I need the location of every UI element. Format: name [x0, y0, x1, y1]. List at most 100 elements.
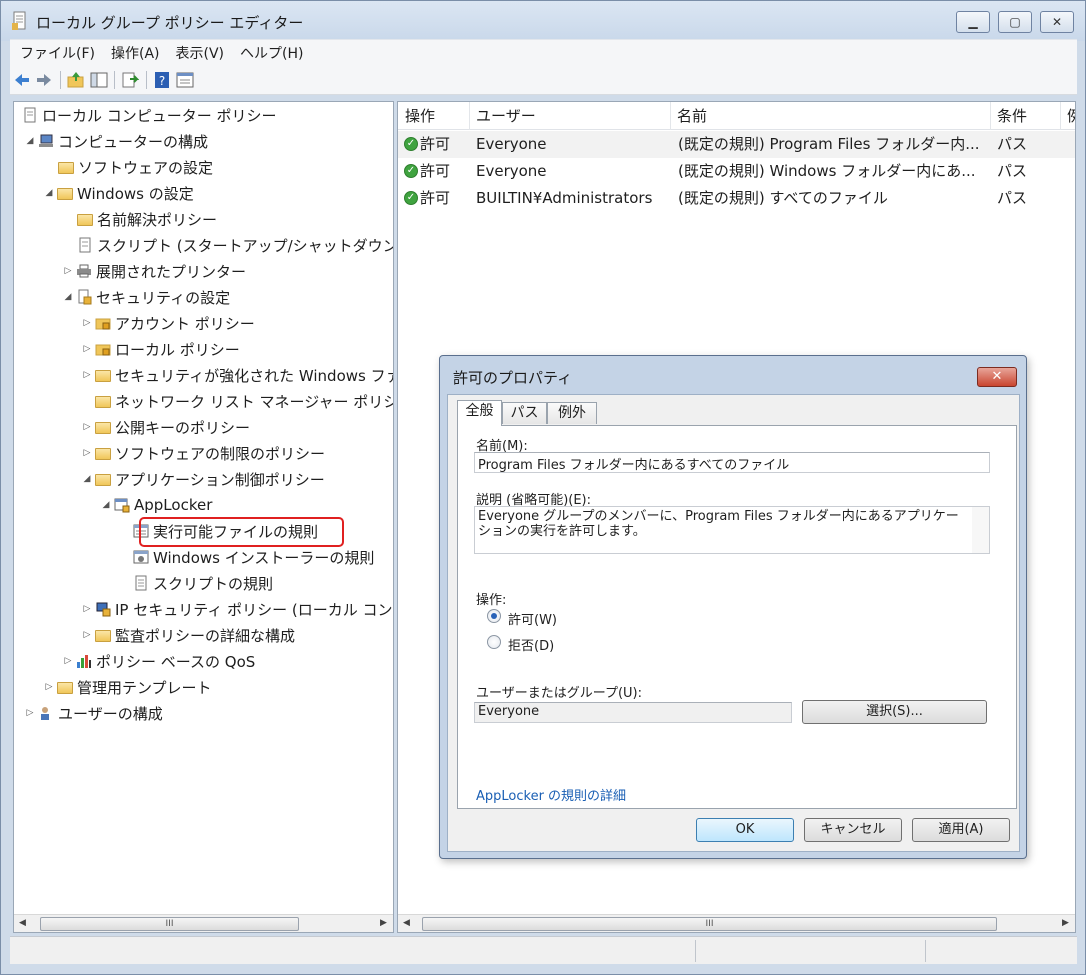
tree-item-script-rules[interactable]: スクリプトの規則	[131, 572, 273, 594]
tab-general[interactable]: 全般	[457, 400, 502, 426]
folder-icon	[95, 422, 111, 434]
description-scrollbar[interactable]	[972, 507, 989, 553]
tree-item-windows-settings[interactable]: ◢ Windows の設定	[43, 182, 194, 204]
forward-arrow-icon[interactable]	[35, 71, 53, 89]
show-hide-tree-icon[interactable]	[90, 71, 108, 89]
description-field[interactable]: Everyone グループのメンバーに、Program Files フォルダー内…	[474, 506, 990, 554]
menu-help[interactable]: ヘルプ(H)	[240, 43, 303, 63]
tree-item-qos[interactable]: ▷ ポリシー ベースの QoS	[62, 650, 256, 672]
tree-pane[interactable]: ローカル コンピューター ポリシー ◢ コンピューターの構成 ソフトウェアの設定…	[13, 101, 394, 933]
scroll-thumb[interactable]: III	[422, 917, 997, 931]
list-horizontal-scrollbar[interactable]: ◀ III ▶	[398, 914, 1075, 932]
menu-file[interactable]: ファイル(F)	[20, 43, 95, 63]
expanded-arrow-icon[interactable]: ◢	[81, 474, 93, 484]
tree-item-public-key[interactable]: ▷ 公開キーのポリシー	[81, 416, 250, 438]
tree-item-local-policy[interactable]: ▷ ローカル ポリシー	[81, 338, 240, 360]
collapsed-arrow-icon[interactable]: ▷	[81, 422, 93, 432]
allow-radio[interactable]	[487, 609, 501, 623]
select-user-button[interactable]: 選択(S)...	[802, 700, 987, 724]
table-row[interactable]: ✓ 許可 Everyone (既定の規則) Program Files フォルダー…	[398, 131, 1075, 158]
collapsed-arrow-icon[interactable]: ▷	[81, 370, 93, 380]
tree-item-admin-templates[interactable]: ▷ 管理用テンプレート	[43, 676, 212, 698]
allow-check-icon: ✓	[404, 136, 418, 151]
column-header-condition[interactable]: 条件	[990, 102, 1061, 130]
tree-item-security-settings[interactable]: ◢ セキュリティの設定	[62, 286, 231, 308]
collapsed-arrow-icon[interactable]: ▷	[81, 318, 93, 328]
rule-name-field[interactable]: Program Files フォルダー内にあるすべてのファイル	[474, 452, 990, 473]
export-list-icon[interactable]	[121, 71, 139, 89]
collapsed-arrow-icon[interactable]: ▷	[81, 630, 93, 640]
tree-item-audit-policy[interactable]: ▷ 監査ポリシーの詳細な構成	[81, 624, 295, 646]
title-bar[interactable]: ローカル グループ ポリシー エディター ▁ ▢ ✕	[1, 1, 1085, 41]
scroll-right-icon[interactable]: ▶	[1057, 915, 1074, 932]
tree-item-user-config[interactable]: ▷ ユーザーの構成	[24, 702, 163, 724]
dialog-close-button[interactable]: ✕	[977, 367, 1017, 387]
allow-radio-label[interactable]: 許可(W)	[508, 609, 557, 628]
properties-icon[interactable]	[176, 71, 194, 89]
tree-item-account-policy[interactable]: ▷ アカウント ポリシー	[81, 312, 255, 334]
installer-icon	[133, 550, 149, 564]
menu-view[interactable]: 表示(V)	[176, 43, 225, 63]
tree-item-deployed-printers[interactable]: ▷ 展開されたプリンター	[62, 260, 246, 282]
tree-item-name-resolution[interactable]: 名前解決ポリシー	[75, 208, 217, 230]
scroll-right-icon[interactable]: ▶	[375, 915, 392, 932]
help-icon[interactable]: ?	[153, 71, 171, 89]
tree-item-scripts[interactable]: スクリプト (スタートアップ/シャットダウン)	[75, 234, 393, 256]
menu-action[interactable]: 操作(A)	[111, 43, 160, 63]
tree-item-app-control[interactable]: ◢ アプリケーション制御ポリシー	[81, 468, 325, 490]
window-title: ローカル グループ ポリシー エディター	[36, 14, 304, 32]
tree-item-software-settings[interactable]: ソフトウェアの設定	[56, 156, 213, 178]
action-cell: ✓ 許可	[398, 158, 468, 185]
name-cell: (既定の規則) すべてのファイル	[678, 189, 888, 207]
table-row[interactable]: ✓ 許可 BUILTIN¥Administrators (既定の規則) すべてのフ…	[398, 185, 1075, 212]
deny-radio[interactable]	[487, 635, 501, 649]
tab-exceptions[interactable]: 例外	[547, 402, 597, 424]
back-arrow-icon[interactable]	[13, 71, 31, 89]
cancel-button[interactable]: キャンセル	[804, 818, 902, 842]
tree-item-computer-config[interactable]: ◢ コンピューターの構成	[24, 130, 208, 152]
column-header-name[interactable]: 名前	[670, 102, 991, 130]
expanded-arrow-icon[interactable]: ◢	[62, 292, 74, 302]
scroll-left-icon[interactable]: ◀	[14, 915, 31, 932]
ok-button[interactable]: OK	[696, 818, 794, 842]
scroll-left-icon[interactable]: ◀	[398, 915, 415, 932]
maximize-button[interactable]: ▢	[998, 11, 1032, 33]
user-group-field[interactable]: Everyone	[474, 702, 792, 723]
close-button[interactable]: ✕	[1040, 11, 1074, 33]
tree-item-ip-security[interactable]: ▷ IP セキュリティ ポリシー (ローカル コンピューター)	[81, 598, 393, 620]
toolbar-separator	[114, 71, 115, 89]
column-header-action[interactable]: 操作	[398, 102, 470, 130]
column-header-exception[interactable]: 例	[1060, 102, 1075, 130]
collapsed-arrow-icon[interactable]: ▷	[62, 266, 74, 276]
deny-radio-label[interactable]: 拒否(D)	[508, 635, 554, 654]
applocker-help-link[interactable]: AppLocker の規則の詳細	[476, 785, 626, 804]
action-text: 許可	[420, 162, 451, 180]
status-separator	[695, 940, 696, 962]
tree-item-applocker[interactable]: ◢ AppLocker	[100, 494, 213, 516]
expanded-arrow-icon[interactable]: ◢	[100, 500, 112, 510]
scroll-thumb[interactable]: III	[40, 917, 299, 931]
tree-item-network-list[interactable]: ネットワーク リスト マネージャー ポリシー	[93, 390, 393, 412]
up-folder-icon[interactable]	[67, 71, 85, 89]
column-header-user[interactable]: ユーザー	[469, 102, 671, 130]
tree-label: ソフトウェアの制限のポリシー	[115, 444, 326, 463]
table-row[interactable]: ✓ 許可 Everyone (既定の規則) Windows フォルダー内にあ...…	[398, 158, 1075, 185]
minimize-button[interactable]: ▁	[956, 11, 990, 33]
tree-item-root[interactable]: ローカル コンピューター ポリシー	[20, 104, 277, 126]
tree-item-software-restriction[interactable]: ▷ ソフトウェアの制限のポリシー	[81, 442, 325, 464]
tree-item-installer-rules[interactable]: Windows インストーラーの規則	[131, 546, 374, 568]
tab-path[interactable]: パス	[502, 402, 547, 424]
folder-icon	[58, 162, 74, 174]
collapsed-arrow-icon[interactable]: ▷	[81, 344, 93, 354]
apply-button[interactable]: 適用(A)	[912, 818, 1010, 842]
expanded-arrow-icon[interactable]: ◢	[43, 188, 55, 198]
tree-horizontal-scrollbar[interactable]: ◀ III ▶	[14, 914, 393, 932]
collapsed-arrow-icon[interactable]: ▷	[81, 604, 93, 614]
collapsed-arrow-icon[interactable]: ▷	[43, 682, 55, 692]
collapsed-arrow-icon[interactable]: ▷	[24, 708, 36, 718]
tree-label: 監査ポリシーの詳細な構成	[115, 626, 296, 645]
collapsed-arrow-icon[interactable]: ▷	[62, 656, 74, 666]
tree-item-firewall[interactable]: ▷ セキュリティが強化された Windows ファイアウォール	[81, 364, 393, 386]
collapsed-arrow-icon[interactable]: ▷	[81, 448, 93, 458]
expanded-arrow-icon[interactable]: ◢	[24, 136, 36, 146]
